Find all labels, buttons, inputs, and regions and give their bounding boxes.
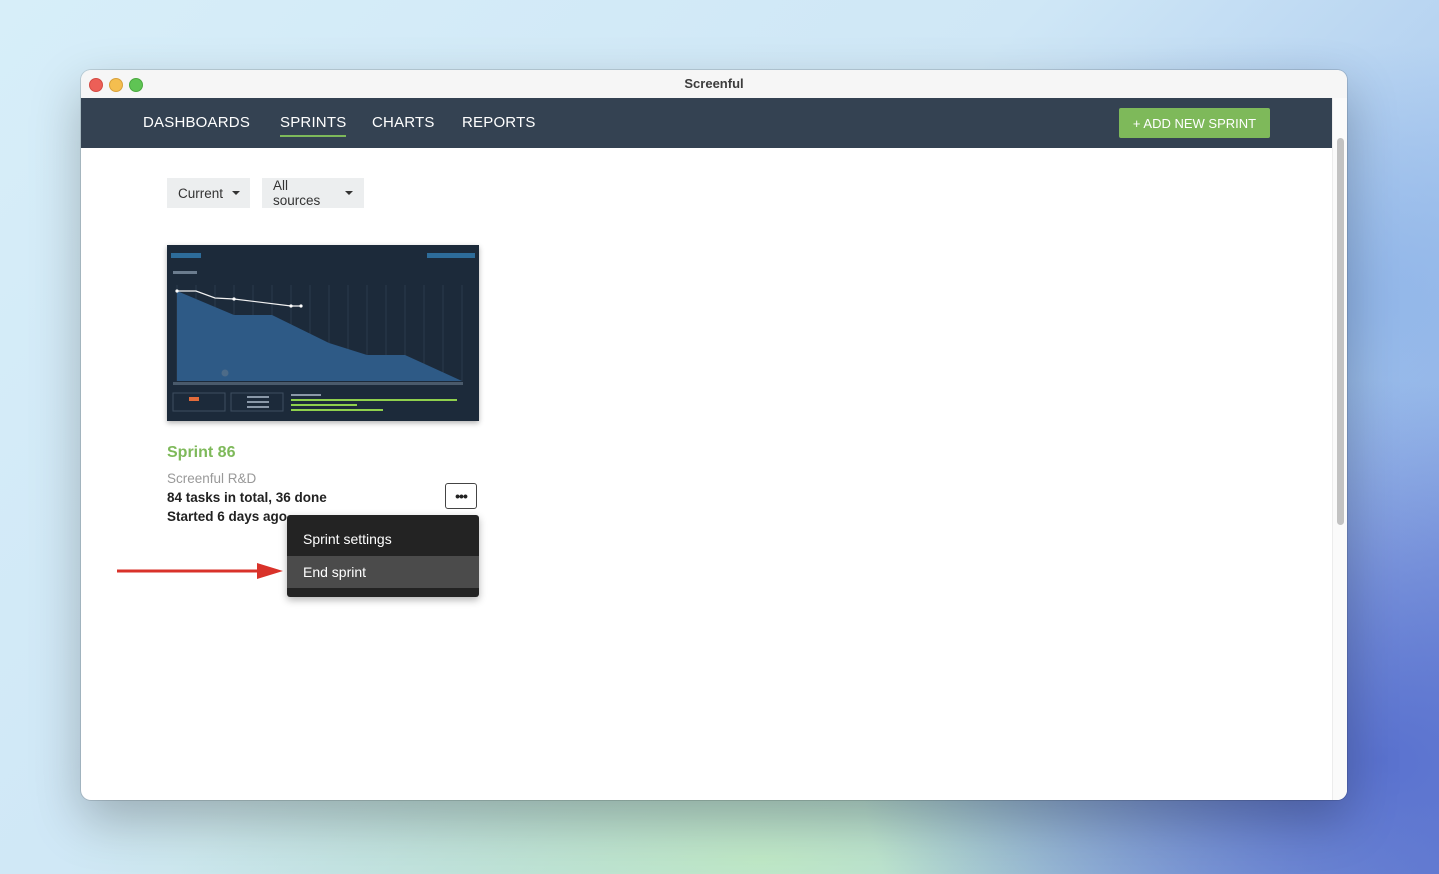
sprint-organization: Screenful R&D	[167, 471, 257, 486]
nav-charts[interactable]: CHARTS	[372, 114, 435, 131]
caret-down-icon	[232, 191, 241, 195]
top-navigation: DASHBOARDS SPRINTS CHARTS REPORTS + ADD …	[81, 98, 1332, 148]
app-window: Screenful DASHBOARDS SPRINTS CHARTS REPO…	[81, 70, 1347, 800]
period-filter-label: Current	[178, 185, 224, 201]
menu-item-sprint-settings[interactable]: Sprint settings	[287, 523, 479, 555]
title-bar: Screenful	[81, 70, 1347, 99]
period-filter-dropdown[interactable]: Current	[167, 178, 250, 208]
arrow-right-icon	[117, 563, 283, 579]
more-options-button[interactable]: •••	[445, 483, 477, 509]
caret-down-icon	[345, 191, 353, 195]
nav-reports[interactable]: REPORTS	[462, 114, 536, 131]
menu-item-end-sprint[interactable]: End sprint	[287, 556, 479, 588]
nav-sprints[interactable]: SPRINTS	[280, 114, 347, 137]
sprint-context-menu: Sprint settings End sprint	[287, 515, 479, 597]
ellipsis-icon: •••	[455, 488, 468, 504]
nav-dashboards[interactable]: DASHBOARDS	[143, 114, 250, 131]
source-filter-dropdown[interactable]: All sources	[262, 178, 364, 208]
sprint-started-text: Started 6 days ago	[167, 509, 288, 524]
vertical-scrollbar[interactable]	[1332, 98, 1347, 800]
sprint-title-link[interactable]: Sprint 86	[167, 444, 235, 462]
scrollbar-thumb[interactable]	[1337, 138, 1344, 525]
sprint-thumbnail[interactable]	[167, 245, 479, 421]
window-title: Screenful	[684, 76, 744, 91]
source-filter-label: All sources	[273, 178, 321, 208]
sprint-task-summary: 84 tasks in total, 36 done	[167, 490, 327, 505]
burndown-preview-image	[167, 245, 479, 421]
add-new-sprint-button[interactable]: + ADD NEW SPRINT	[1119, 108, 1270, 138]
